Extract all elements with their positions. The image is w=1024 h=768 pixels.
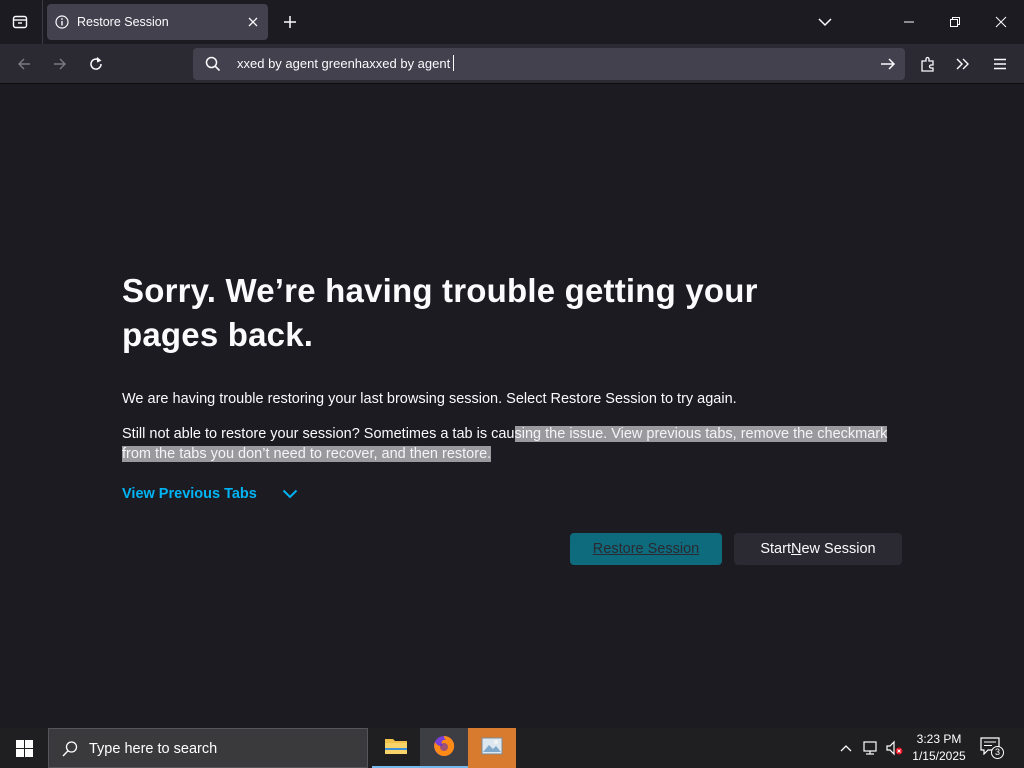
restore-help-text: Still not able to restore your session? … [122,424,912,464]
extensions-puzzle-icon[interactable] [918,54,938,74]
clock-date: 1/15/2025 [912,749,966,763]
tab-title: Restore Session [77,15,169,29]
start-new-session-button[interactable]: Start New Session [734,533,902,565]
search-icon [61,740,79,758]
notification-count-badge: 3 [991,746,1004,759]
text-caret [453,55,455,71]
file-explorer-taskbar-button[interactable] [372,728,420,768]
firefox-icon [432,734,456,763]
system-clock[interactable]: 3:23 PM 1/15/2025 [906,731,972,765]
chevron-down-icon [281,485,299,503]
view-previous-tabs-label: View Previous Tabs [122,486,257,502]
navigation-toolbar: xxed by agent greenhaxxed by agent [0,44,1024,84]
image-viewer-icon [480,736,504,761]
info-icon [55,15,69,29]
volume-muted-icon[interactable] [885,738,905,758]
close-window-button[interactable] [991,12,1011,32]
notification-center-icon[interactable]: 3 [980,737,1004,759]
folder-icon [384,736,408,761]
restore-window-button[interactable] [945,12,965,32]
reload-icon[interactable] [86,54,106,74]
address-bar[interactable]: xxed by agent greenhaxxed by agent [193,48,905,80]
overflow-chevrons-icon[interactable] [953,54,973,74]
taskbar-search-placeholder: Type here to search [89,741,218,757]
tab-separator [42,0,43,44]
close-icon[interactable] [244,13,262,31]
new-tab-button[interactable] [279,11,301,33]
minimize-button[interactable] [899,12,919,32]
hamburger-menu-icon[interactable] [990,54,1010,74]
clock-time: 3:23 PM [916,732,962,746]
url-input[interactable]: xxed by agent greenhaxxed by agent [237,55,455,71]
view-previous-tabs-toggle[interactable]: View Previous Tabs [122,485,299,503]
windows-taskbar: Type here to search 3:23 PM 1/15/2025 3 [0,728,1024,768]
page-title: Sorry. We’re having trouble getting your… [122,272,758,353]
go-arrow-icon[interactable] [879,55,897,73]
taskbar-search-box[interactable]: Type here to search [48,728,368,768]
help-text-plain: Still not able to restore your session? … [122,426,515,442]
search-icon [205,56,221,72]
photos-taskbar-button[interactable] [468,728,516,768]
tab-restore-session[interactable]: Restore Session [47,4,268,40]
back-arrow-icon[interactable] [14,54,34,74]
chevron-down-icon[interactable] [815,12,835,32]
tab-strip: Restore Session [0,0,1024,44]
windows-start-icon[interactable] [0,728,48,768]
page-content: Sorry. We’re having trouble getting your… [0,85,1024,728]
chevron-up-icon[interactable] [836,738,856,758]
firefox-taskbar-button[interactable] [420,728,468,768]
network-icon[interactable] [861,738,881,758]
firefox-view-icon[interactable] [8,10,32,34]
forward-arrow-icon[interactable] [50,54,70,74]
restore-description: We are having trouble restoring your las… [122,391,737,407]
restore-session-button[interactable]: Restore Session [570,533,722,565]
